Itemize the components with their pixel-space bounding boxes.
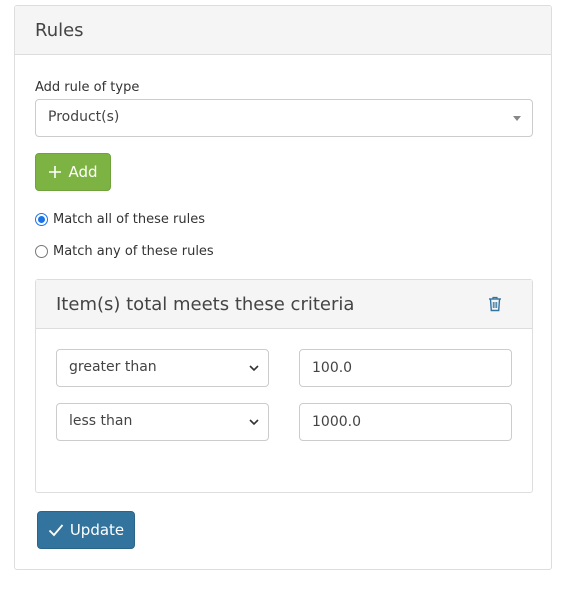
condition-operator-select-2[interactable]: less than — [56, 403, 269, 441]
card-title: Rules — [35, 20, 84, 41]
condition-value-text: 100.0 — [312, 360, 353, 376]
rules-card: Rules Add rule of type Product(s) Add Ma… — [14, 5, 552, 570]
trash-icon[interactable] — [488, 296, 502, 316]
add-rule-button[interactable]: Add — [35, 153, 111, 191]
update-button-label: Update — [69, 521, 125, 539]
add-button-label: Add — [68, 163, 98, 181]
match-all-radio[interactable] — [35, 213, 48, 226]
rule-panel: Item(s) total meets these criteria great… — [35, 279, 533, 493]
chevron-down-icon — [248, 362, 260, 378]
rule-header: Item(s) total meets these criteria — [36, 280, 532, 329]
condition-value-text: 1000.0 — [312, 414, 361, 430]
chevron-down-icon — [248, 416, 260, 432]
rule-type-label: Add rule of type — [35, 80, 140, 95]
condition-operator-select-1[interactable]: greater than — [56, 349, 269, 387]
match-all-option[interactable]: Match all of these rules — [35, 212, 205, 227]
rule-type-select[interactable]: Product(s) — [35, 99, 533, 137]
check-icon — [48, 524, 64, 537]
condition-operator-value: less than — [69, 413, 133, 429]
condition-operator-value: greater than — [69, 359, 157, 375]
match-any-option[interactable]: Match any of these rules — [35, 244, 214, 259]
card-header: Rules — [15, 6, 551, 55]
match-all-label: Match all of these rules — [53, 212, 205, 227]
caret-down-icon — [513, 116, 521, 121]
update-button[interactable]: Update — [37, 511, 135, 549]
plus-icon — [49, 166, 62, 178]
rule-title: Item(s) total meets these criteria — [56, 294, 355, 315]
condition-value-input-1[interactable]: 100.0 — [299, 349, 512, 387]
match-any-radio[interactable] — [35, 245, 48, 258]
rule-type-selected-value: Product(s) — [48, 109, 120, 125]
match-any-label: Match any of these rules — [53, 244, 214, 259]
condition-value-input-2[interactable]: 1000.0 — [299, 403, 512, 441]
